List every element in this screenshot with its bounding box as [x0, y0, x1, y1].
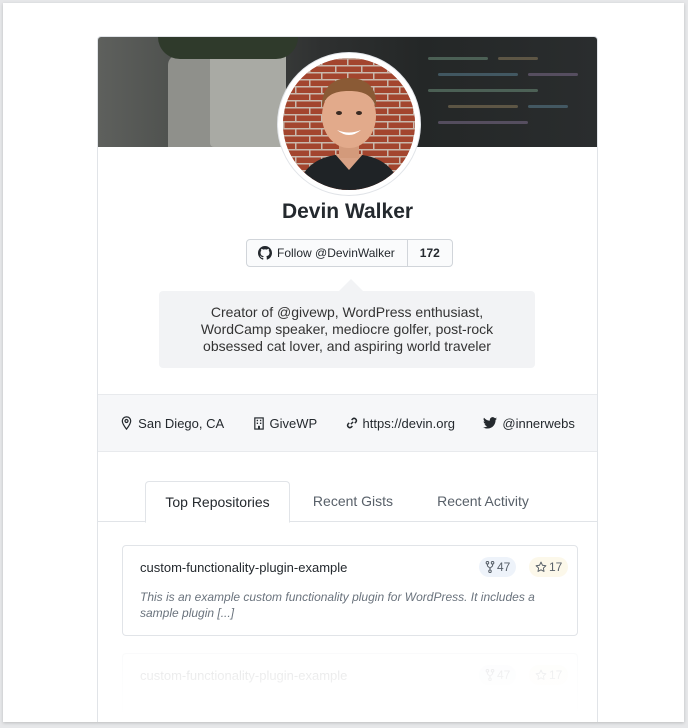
follower-count[interactable]: 172: [408, 240, 452, 266]
profile-meta-bar: San Diego, CA GiveWP https://devin.org @…: [98, 394, 597, 452]
follow-widget: Follow @DevinWalker 172: [246, 239, 453, 267]
star-count-badge: 17: [529, 557, 569, 577]
star-icon: [535, 561, 549, 573]
follow-button[interactable]: Follow @DevinWalker: [247, 240, 408, 266]
bio-line: Creator of @givewp, WordPress enthusiast…: [210, 304, 484, 320]
tab-recent-activity[interactable]: Recent Activity: [418, 481, 548, 521]
map-pin-icon: [120, 416, 138, 430]
avatar: [278, 53, 420, 195]
building-icon: [253, 416, 270, 430]
twitter-handle: @innerwebs: [502, 415, 575, 431]
company-item: GiveWP: [253, 415, 318, 431]
website-link: https://devin.org: [362, 415, 456, 431]
fork-icon: [485, 561, 497, 573]
tab-bar: Top Repositories Recent Gists Recent Act…: [98, 481, 597, 523]
bio-line: WordCamp speaker, mediocre golfer, post-…: [200, 321, 494, 337]
bio-line: obsessed cat lover, and aspiring world t…: [203, 338, 491, 354]
repo-card[interactable]: custom-functionality-plugin-example 47 1…: [122, 545, 578, 636]
tab-recent-gists[interactable]: Recent Gists: [298, 481, 408, 521]
repo-name[interactable]: custom-functionality-plugin-example: [140, 560, 347, 575]
repo-description: This is an example custom functionality …: [140, 590, 535, 620]
fork-count-badge: 47: [479, 557, 517, 577]
location-text: San Diego, CA: [138, 415, 225, 431]
bio-box: Creator of @givewp, WordPress enthusiast…: [159, 279, 535, 368]
link-icon: [346, 417, 363, 429]
profile-card: Devin Walker Follow @DevinWalker 172 Cre…: [97, 36, 598, 722]
profile-name: Devin Walker: [281, 200, 414, 223]
twitter-icon: [483, 417, 502, 429]
page-frame: Devin Walker Follow @DevinWalker 172 Cre…: [3, 3, 684, 722]
tab-top-repositories[interactable]: Top Repositories: [145, 481, 290, 523]
company-text: GiveWP: [269, 415, 318, 431]
scroll-fade-overlay: [98, 637, 597, 722]
follow-label: Follow @DevinWalker: [277, 246, 395, 260]
github-icon: [258, 246, 277, 260]
location-item: San Diego, CA: [120, 416, 224, 431]
star-count: 17: [549, 560, 563, 574]
fork-count: 47: [497, 560, 511, 574]
twitter-item[interactable]: @innerwebs: [483, 415, 575, 431]
website-item[interactable]: https://devin.org: [346, 415, 456, 431]
